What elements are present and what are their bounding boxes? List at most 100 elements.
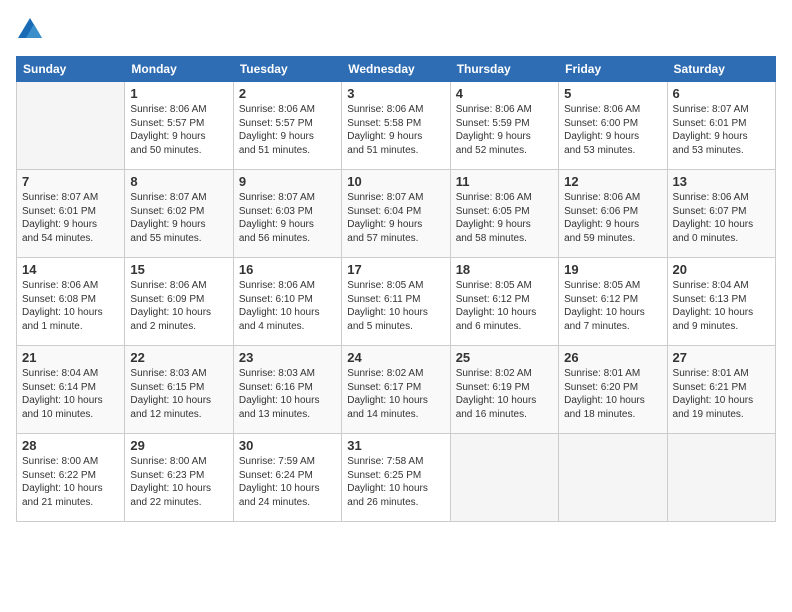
calendar-cell [559, 434, 667, 522]
cell-text: Sunrise: 8:05 AM Sunset: 6:12 PM Dayligh… [456, 279, 553, 333]
logo [16, 16, 48, 44]
calendar-cell: 27 Sunrise: 8:01 AM Sunset: 6:21 PM Dayli… [667, 346, 775, 434]
week-row-1: 1 Sunrise: 8:06 AM Sunset: 5:57 PM Daylig… [17, 82, 776, 170]
cell-text: Sunrise: 8:06 AM Sunset: 6:05 PM Dayligh… [456, 191, 553, 245]
day-number: 21 [22, 350, 119, 365]
week-row-4: 21 Sunrise: 8:04 AM Sunset: 6:14 PM Dayli… [17, 346, 776, 434]
day-number: 13 [673, 174, 770, 189]
week-row-2: 7 Sunrise: 8:07 AM Sunset: 6:01 PM Daylig… [17, 170, 776, 258]
day-number: 20 [673, 262, 770, 277]
cell-text: Sunrise: 8:07 AM Sunset: 6:01 PM Dayligh… [673, 103, 770, 157]
cell-text: Sunrise: 7:59 AM Sunset: 6:24 PM Dayligh… [239, 455, 336, 509]
calendar-cell: 18 Sunrise: 8:05 AM Sunset: 6:12 PM Dayli… [450, 258, 558, 346]
calendar-cell: 24 Sunrise: 8:02 AM Sunset: 6:17 PM Dayli… [342, 346, 450, 434]
day-number: 19 [564, 262, 661, 277]
day-number: 1 [130, 86, 227, 101]
cell-text: Sunrise: 8:04 AM Sunset: 6:13 PM Dayligh… [673, 279, 770, 333]
cell-text: Sunrise: 8:06 AM Sunset: 5:57 PM Dayligh… [130, 103, 227, 157]
header-cell-tuesday: Tuesday [233, 57, 341, 82]
day-number: 14 [22, 262, 119, 277]
cell-text: Sunrise: 8:06 AM Sunset: 6:08 PM Dayligh… [22, 279, 119, 333]
cell-text: Sunrise: 8:03 AM Sunset: 6:15 PM Dayligh… [130, 367, 227, 421]
day-number: 4 [456, 86, 553, 101]
header-row: SundayMondayTuesdayWednesdayThursdayFrid… [17, 57, 776, 82]
day-number: 6 [673, 86, 770, 101]
day-number: 28 [22, 438, 119, 453]
cell-text: Sunrise: 8:07 AM Sunset: 6:02 PM Dayligh… [130, 191, 227, 245]
header-cell-sunday: Sunday [17, 57, 125, 82]
calendar-cell: 17 Sunrise: 8:05 AM Sunset: 6:11 PM Dayli… [342, 258, 450, 346]
calendar-cell: 22 Sunrise: 8:03 AM Sunset: 6:15 PM Dayli… [125, 346, 233, 434]
calendar-cell: 12 Sunrise: 8:06 AM Sunset: 6:06 PM Dayli… [559, 170, 667, 258]
calendar-cell: 16Sunrise: 8:06 AM Sunset: 6:10 PM Dayli… [233, 258, 341, 346]
calendar-cell: 3Sunrise: 8:06 AM Sunset: 5:58 PM Daylig… [342, 82, 450, 170]
day-number: 30 [239, 438, 336, 453]
header-cell-saturday: Saturday [667, 57, 775, 82]
day-number: 7 [22, 174, 119, 189]
calendar-cell: 10Sunrise: 8:07 AM Sunset: 6:04 PM Dayli… [342, 170, 450, 258]
cell-text: Sunrise: 8:04 AM Sunset: 6:14 PM Dayligh… [22, 367, 119, 421]
cell-text: Sunrise: 7:58 AM Sunset: 6:25 PM Dayligh… [347, 455, 444, 509]
header-cell-friday: Friday [559, 57, 667, 82]
calendar-cell: 20 Sunrise: 8:04 AM Sunset: 6:13 PM Dayli… [667, 258, 775, 346]
logo-icon [16, 16, 44, 44]
cell-text: Sunrise: 8:06 AM Sunset: 6:10 PM Dayligh… [239, 279, 336, 333]
calendar-cell: 29 Sunrise: 8:00 AM Sunset: 6:23 PM Dayli… [125, 434, 233, 522]
day-number: 18 [456, 262, 553, 277]
header-cell-thursday: Thursday [450, 57, 558, 82]
calendar-cell: 25 Sunrise: 8:02 AM Sunset: 6:19 PM Dayli… [450, 346, 558, 434]
cell-text: Sunrise: 8:05 AM Sunset: 6:11 PM Dayligh… [347, 279, 444, 333]
calendar-cell: 8Sunrise: 8:07 AM Sunset: 6:02 PM Daylig… [125, 170, 233, 258]
cell-text: Sunrise: 8:07 AM Sunset: 6:01 PM Dayligh… [22, 191, 119, 245]
calendar-cell: 30 Sunrise: 7:59 AM Sunset: 6:24 PM Dayli… [233, 434, 341, 522]
page-header [16, 16, 776, 44]
calendar-cell [17, 82, 125, 170]
calendar-cell: 23 Sunrise: 8:03 AM Sunset: 6:16 PM Dayli… [233, 346, 341, 434]
calendar-cell: 19 Sunrise: 8:05 AM Sunset: 6:12 PM Dayli… [559, 258, 667, 346]
calendar-cell: 26Sunrise: 8:01 AM Sunset: 6:20 PM Dayli… [559, 346, 667, 434]
calendar-cell [450, 434, 558, 522]
day-number: 10 [347, 174, 444, 189]
calendar-cell: 4 Sunrise: 8:06 AM Sunset: 5:59 PM Daylig… [450, 82, 558, 170]
cell-text: Sunrise: 8:06 AM Sunset: 5:59 PM Dayligh… [456, 103, 553, 157]
day-number: 24 [347, 350, 444, 365]
calendar-cell: 9Sunrise: 8:07 AM Sunset: 6:03 PM Daylig… [233, 170, 341, 258]
calendar-cell: 13Sunrise: 8:06 AM Sunset: 6:07 PM Dayli… [667, 170, 775, 258]
day-number: 22 [130, 350, 227, 365]
week-row-5: 28Sunrise: 8:00 AM Sunset: 6:22 PM Dayli… [17, 434, 776, 522]
cell-text: Sunrise: 8:05 AM Sunset: 6:12 PM Dayligh… [564, 279, 661, 333]
cell-text: Sunrise: 8:00 AM Sunset: 6:23 PM Dayligh… [130, 455, 227, 509]
cell-text: Sunrise: 8:02 AM Sunset: 6:17 PM Dayligh… [347, 367, 444, 421]
day-number: 12 [564, 174, 661, 189]
cell-text: Sunrise: 8:01 AM Sunset: 6:21 PM Dayligh… [673, 367, 770, 421]
cell-text: Sunrise: 8:02 AM Sunset: 6:19 PM Dayligh… [456, 367, 553, 421]
week-row-3: 14 Sunrise: 8:06 AM Sunset: 6:08 PM Dayli… [17, 258, 776, 346]
cell-text: Sunrise: 8:06 AM Sunset: 6:06 PM Dayligh… [564, 191, 661, 245]
cell-text: Sunrise: 8:06 AM Sunset: 5:58 PM Dayligh… [347, 103, 444, 157]
header-cell-wednesday: Wednesday [342, 57, 450, 82]
calendar-cell: 1 Sunrise: 8:06 AM Sunset: 5:57 PM Daylig… [125, 82, 233, 170]
calendar-cell: 11Sunrise: 8:06 AM Sunset: 6:05 PM Dayli… [450, 170, 558, 258]
day-number: 5 [564, 86, 661, 101]
calendar-cell: 15Sunrise: 8:06 AM Sunset: 6:09 PM Dayli… [125, 258, 233, 346]
calendar-cell: 2Sunrise: 8:06 AM Sunset: 5:57 PM Daylig… [233, 82, 341, 170]
day-number: 29 [130, 438, 227, 453]
day-number: 2 [239, 86, 336, 101]
day-number: 17 [347, 262, 444, 277]
cell-text: Sunrise: 8:01 AM Sunset: 6:20 PM Dayligh… [564, 367, 661, 421]
calendar-table: SundayMondayTuesdayWednesdayThursdayFrid… [16, 56, 776, 522]
calendar-cell: 21 Sunrise: 8:04 AM Sunset: 6:14 PM Dayli… [17, 346, 125, 434]
day-number: 23 [239, 350, 336, 365]
calendar-cell: 7 Sunrise: 8:07 AM Sunset: 6:01 PM Daylig… [17, 170, 125, 258]
day-number: 31 [347, 438, 444, 453]
cell-text: Sunrise: 8:03 AM Sunset: 6:16 PM Dayligh… [239, 367, 336, 421]
header-cell-monday: Monday [125, 57, 233, 82]
day-number: 25 [456, 350, 553, 365]
calendar-cell: 14 Sunrise: 8:06 AM Sunset: 6:08 PM Dayli… [17, 258, 125, 346]
calendar-cell: 31 Sunrise: 7:58 AM Sunset: 6:25 PM Dayli… [342, 434, 450, 522]
day-number: 27 [673, 350, 770, 365]
calendar-cell: 28Sunrise: 8:00 AM Sunset: 6:22 PM Dayli… [17, 434, 125, 522]
cell-text: Sunrise: 8:07 AM Sunset: 6:03 PM Dayligh… [239, 191, 336, 245]
cell-text: Sunrise: 8:06 AM Sunset: 6:09 PM Dayligh… [130, 279, 227, 333]
calendar-cell [667, 434, 775, 522]
